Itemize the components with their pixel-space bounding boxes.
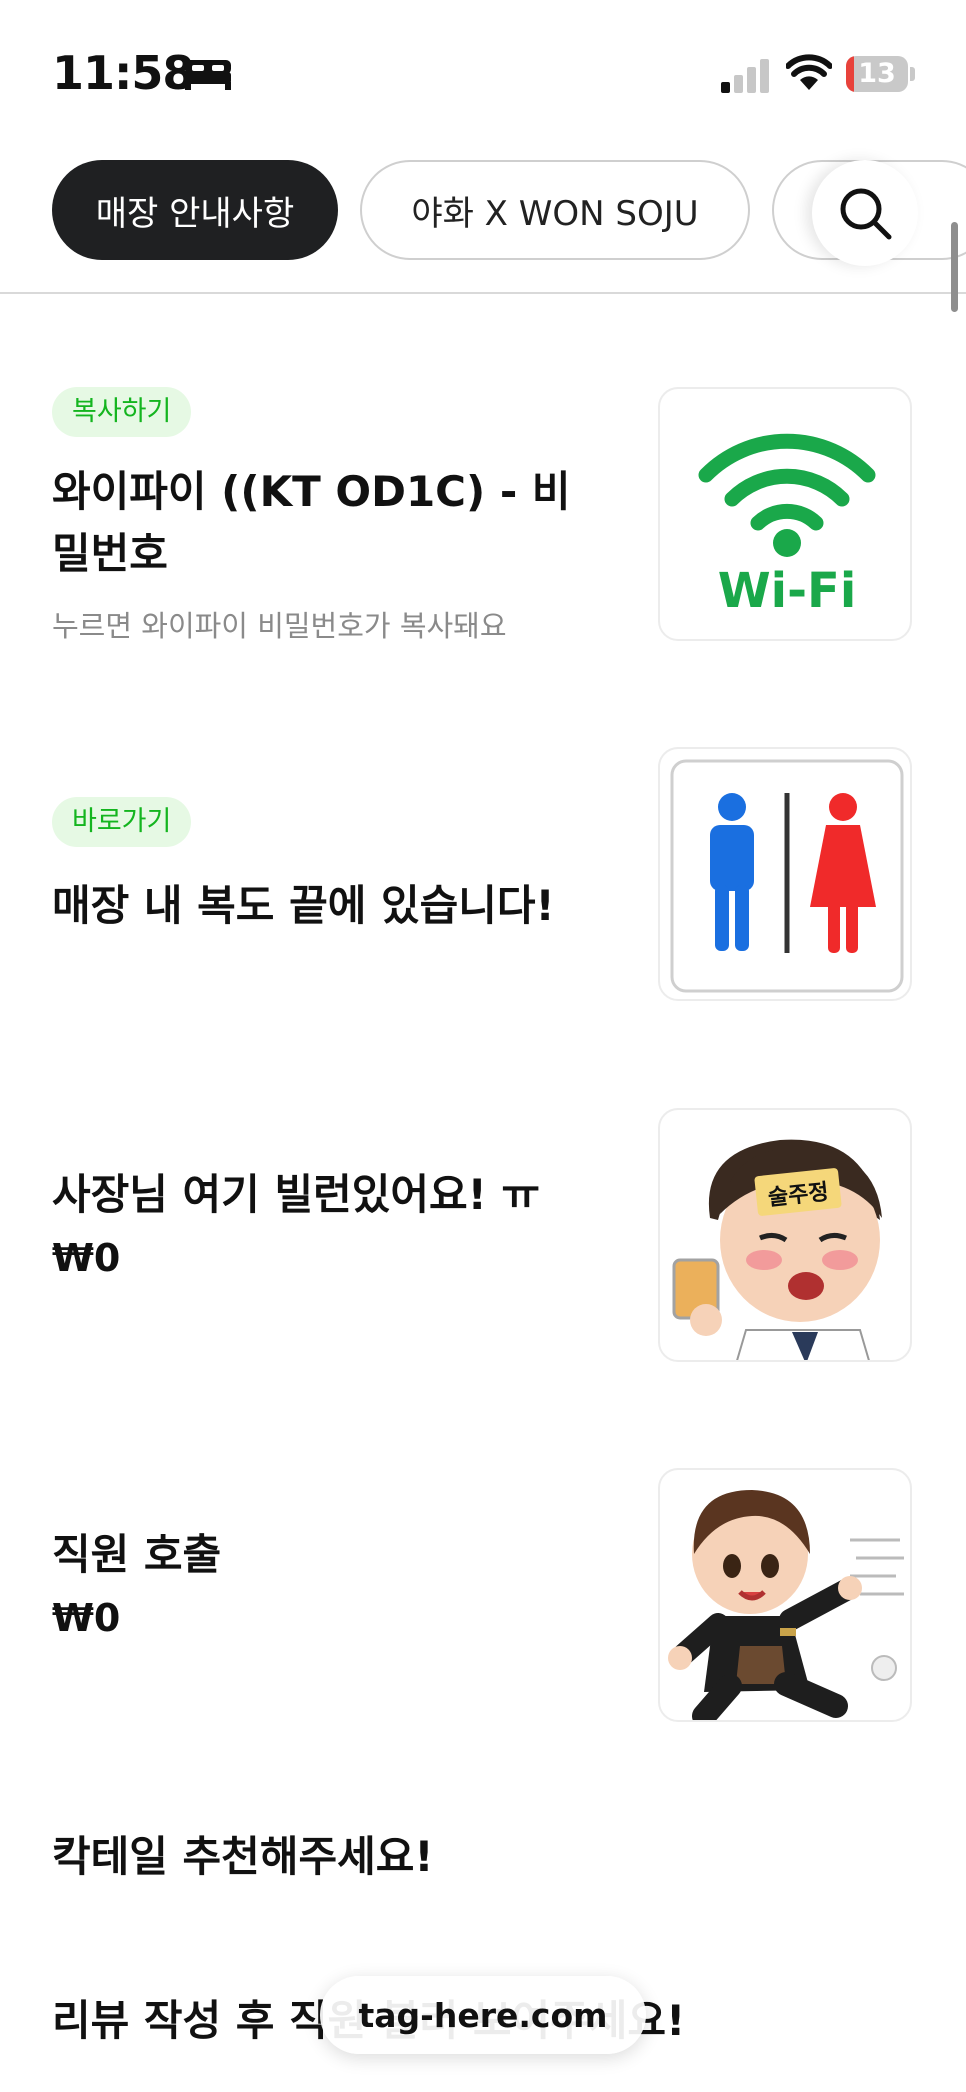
status-time: 11:58 [52,46,194,100]
item-price: ₩0 [52,1236,121,1280]
cellular-signal-icon [721,59,769,93]
wifi-logo-text: Wi-Fi [718,563,857,619]
item-price: ₩0 [52,1596,121,1640]
shortcut-badge[interactable]: 바로가기 [52,797,192,847]
menu-item-villain-report[interactable]: 사장님 여기 빌런있어요! ㅠ ₩0 술주정 [0,1108,966,1368]
scrollbar[interactable] [951,222,958,312]
copy-badge[interactable]: 복사하기 [52,387,192,437]
menu-item-cocktail-recommend[interactable]: 칵테일 추천해주세요! [0,1826,966,1906]
item-title: 사장님 여기 빌런있어요! ㅠ [52,1170,541,1219]
tab-store-notice[interactable]: 매장 안내사항 [52,160,338,260]
item-title: 칵테일 추천해주세요! [52,1832,434,1881]
menu-item-restroom[interactable]: 바로가기 매장 내 복도 끝에 있습니다! [0,747,966,1007]
status-bar: 11:58 13 [0,0,966,150]
url-pill[interactable]: tag-here.com [320,1976,646,2054]
wifi-icon [786,54,832,90]
item-description: 누르면 와이파이 비밀번호가 복사돼요 [52,609,507,643]
tabs-divider [0,292,966,294]
item-title: 직원 호출 [52,1530,222,1579]
wifi-logo-image: Wi-Fi [658,387,912,641]
drunk-cartoon-image: 술주정 [658,1108,912,1362]
item-title: 매장 내 복도 끝에 있습니다! [52,881,555,930]
tab-yahwa-won-soju[interactable]: 야화 X WON SOJU [360,160,750,260]
item-title: 와이파이 ((KT OD1C) - 비밀번호 [52,467,571,578]
bed-icon [185,60,231,90]
restroom-sign-image [658,747,912,1001]
menu-item-wifi[interactable]: 복사하기 와이파이 ((KT OD1C) - 비밀번호 누르면 와이파이 비밀번… [0,385,966,685]
search-icon [840,188,892,240]
battery-level: 13 [858,58,896,89]
search-button[interactable] [812,160,918,266]
menu-item-staff-call[interactable]: 직원 호출 ₩0 [0,1468,966,1728]
running-staff-image [658,1468,912,1722]
battery-icon: 13 [846,56,915,92]
